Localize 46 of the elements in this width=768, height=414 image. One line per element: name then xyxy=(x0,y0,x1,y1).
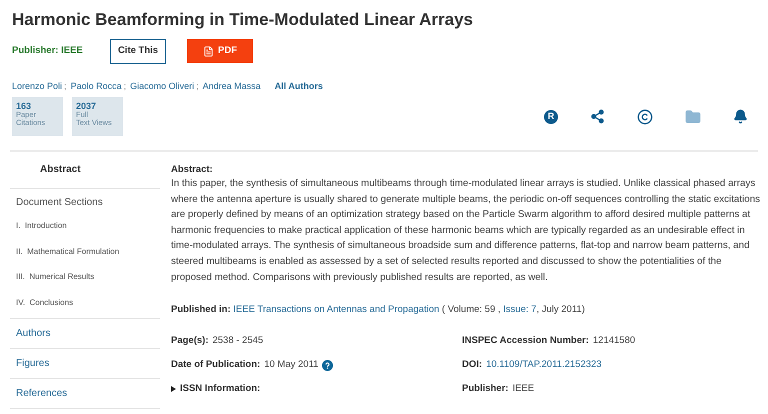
detail-value: 10 May 2011 xyxy=(264,358,318,372)
metric-value: 163 xyxy=(16,101,32,111)
detail-value: IEEE xyxy=(512,382,534,396)
detail-value: 2538 - 2545 xyxy=(212,334,264,348)
author-separator: ; xyxy=(64,80,67,92)
share-icon[interactable] xyxy=(590,109,605,124)
detail-label: Page(s): xyxy=(171,334,208,348)
detail-label: DOI: xyxy=(462,358,482,372)
author-link[interactable]: Paolo Rocca xyxy=(70,80,122,93)
detail-label: INSPEC Accession Number: xyxy=(462,334,589,348)
author-separator: ; xyxy=(124,80,126,92)
pdf-icon xyxy=(203,46,214,56)
cite-button[interactable]: Cite This xyxy=(110,38,166,64)
section-link[interactable]: III. Numerical Results xyxy=(10,266,94,288)
section-link[interactable]: I. Introduction xyxy=(10,214,67,238)
detail-label: Date of Publication: xyxy=(171,358,260,372)
metric-value: 2037 xyxy=(76,101,98,111)
section-link[interactable]: II. Mathematical Formulation xyxy=(10,240,120,263)
expand-triangle-icon[interactable] xyxy=(171,386,176,392)
author-link[interactable]: Giacomo Oliveri xyxy=(130,80,194,93)
section-link[interactable]: IV. Conclusions xyxy=(10,291,74,314)
author-separator: ; xyxy=(196,80,199,92)
help-icon[interactable] xyxy=(322,360,334,371)
detail-value: 12141580 xyxy=(592,334,636,348)
sidebar-tab[interactable]: Abstract xyxy=(10,152,160,188)
author-link[interactable]: Lorenzo Poli xyxy=(12,80,62,93)
sidebar-heading: Document Sections xyxy=(15,196,104,210)
author-link[interactable]: Andrea Massa xyxy=(202,80,261,93)
pdf-button[interactable]: PDF xyxy=(187,39,253,63)
sidebar-tab[interactable]: Authors xyxy=(10,319,160,348)
all-authors-link[interactable]: All Authors xyxy=(274,80,323,93)
detail-label: Publisher: xyxy=(462,382,508,396)
abstract-text: In this paper, the synthesis of simultaneous multibeams through time-modulated linear arrays is studied. Unlike classical phased arrays where the antenna aperture is usually shared to generate multiple beams, the periodic on-off sequences controlling the static excitations are properly defined by means of an optimization strategy based on the Particle Swarm algorithm to afford desired multiple patterns at harmonic frequencies to make practical application of these harmonic beams which are typically regarded as an undesirable effect in time-modulated arrays. The synthesis of simultaneous broadside sum and difference patterns, flat-top and narrow beam patterns, and steered multibeams is enabled as assessed by a set of selected results reported and discussed to show the potentialities of the proposed method. Comparisons with previously published results are reported, as well. xyxy=(171,177,762,285)
copyright-icon[interactable] xyxy=(637,108,653,124)
rights-icon[interactable]: R xyxy=(544,110,558,124)
publisher-label: Publisher: IEEE xyxy=(12,44,84,58)
sidebar-tab[interactable]: References xyxy=(10,379,160,408)
bell-icon[interactable] xyxy=(733,109,748,124)
issue-link[interactable]: Issue: 7 xyxy=(503,304,536,316)
published-in-text: Published in: IEEE Transactions on Antennas and Propagation ( Volume: 59 , Issue: 7, July 2011) xyxy=(171,303,586,318)
abstract-heading: Abstract: xyxy=(171,164,214,176)
article-title: Harmonic Beamforming in Time-Modulated Linear Arrays xyxy=(12,9,474,31)
sidebar-tab[interactable]: Figures xyxy=(10,349,160,378)
detail-label: ISSN Information: xyxy=(180,382,260,396)
journal-link[interactable]: IEEE Transactions on Antennas and Propagation xyxy=(233,304,440,316)
doi-link[interactable]: 10.1109/TAP.2011.2152323 xyxy=(486,358,602,373)
